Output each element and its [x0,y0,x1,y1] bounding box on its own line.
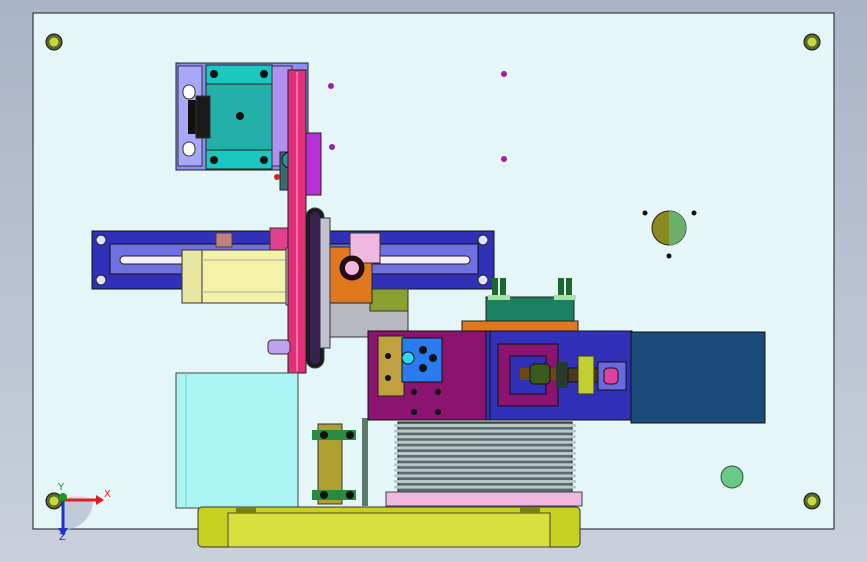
bellows-ridge [394,424,576,427]
mounting-hole [45,33,63,51]
triad-x-label: X [104,489,111,500]
triad-y-label: Y [57,482,65,493]
small-boss [720,465,744,489]
triad-z-label: Z [59,532,66,543]
pulley-assembly [305,207,331,369]
bellows-ridge [394,446,576,450]
bellows-ridge [394,435,576,439]
bellows-ridge [394,474,576,478]
bellows [394,421,576,493]
bottom-base [197,506,581,548]
round-hole [651,210,687,246]
bellows-ridge [394,463,576,467]
gripper-head [367,330,499,421]
linear-actuator [489,330,633,421]
servo-motor [181,247,297,306]
actuator-motor [630,331,766,424]
bellows-ridge [394,480,576,483]
bellows-ridge [394,457,576,461]
bellows-ridge [394,485,576,489]
bellows-ridge [394,452,576,455]
mounting-hole [803,33,821,51]
cylinder-box [175,372,299,509]
bellows-ridge [394,468,576,472]
guide-pin [267,339,291,355]
bellows-ridge [394,440,576,444]
mounting-hole [803,492,821,510]
cad-viewport[interactable]: X Y Z [0,0,867,562]
bellows-base [385,491,583,507]
timing-belt [287,69,307,374]
bellows-ridge [394,429,576,433]
